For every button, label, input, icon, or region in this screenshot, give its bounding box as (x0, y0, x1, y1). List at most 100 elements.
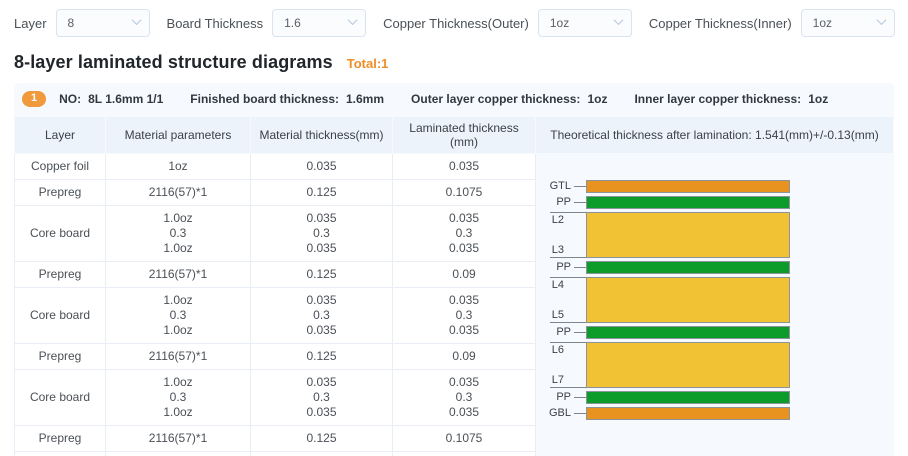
cell-layer: Core board (14, 287, 106, 344)
copper-top-bar (586, 180, 790, 193)
cell-line: 0.3 (455, 308, 473, 322)
prepreg-bar (586, 326, 790, 339)
cell-material: 0.035 (250, 451, 393, 456)
stackup-filter-bar: Layer 8 Board Thickness 1.6 Copper Thick… (14, 9, 895, 37)
stackup-layer-core-l6-l7: L6 L7 (536, 342, 796, 388)
stackup-layer-pp: PP (536, 196, 796, 209)
connector-line (574, 397, 586, 398)
cell-params: 1.0oz 0.3 1.0oz (105, 287, 251, 344)
core-bar (586, 277, 790, 323)
cell-params: 2116(57)*1 (105, 179, 251, 206)
layer-label: Layer (14, 15, 47, 31)
stackup-layer-label: PP (556, 326, 571, 338)
cell-line: 0.3 (455, 226, 473, 240)
cell-material: 0.125 (250, 179, 393, 206)
summary-no-value: 8L 1.6mm 1/1 (88, 92, 164, 106)
diagram-index-badge[interactable]: 1 (22, 91, 47, 107)
cell-params: 1.0oz 0.3 1.0oz (105, 205, 251, 262)
connector-line (550, 257, 587, 258)
stackup-layer-label: L7 (551, 374, 564, 386)
cell-params: 2116(57)*1 (105, 425, 251, 452)
connector-line (574, 186, 586, 187)
cell-line: 1.0oz (163, 323, 193, 337)
stackup-layer-label: L5 (551, 309, 564, 321)
stackup-layer-label: GBL (548, 407, 571, 419)
stackup-layer-label: L6 (551, 344, 564, 356)
cell-line: 1.0oz (163, 241, 193, 255)
stackup-diagram: GTL PP L2 L3 PP L4 L5 PP L6 L7 PP GBL (536, 180, 796, 420)
cell-material: 0.125 (250, 261, 393, 288)
stackup-layer-gtl: GTL (536, 180, 796, 193)
prepreg-bar (586, 391, 790, 404)
summary-inner-copper: Inner layer copper thickness: 1oz (634, 92, 828, 106)
copper-inner-select-value: 1oz (812, 16, 833, 30)
connector-line (550, 322, 587, 323)
cell-line: 0.3 (169, 308, 187, 322)
pcb-stackup-page: Layer 8 Board Thickness 1.6 Copper Thick… (0, 9, 908, 456)
cell-line: 0.3 (169, 226, 187, 240)
cell-laminated: 0.1075 (392, 179, 536, 206)
cell-laminated: 0.035 (392, 153, 536, 180)
cell-line: 1.0oz (163, 293, 193, 307)
cell-params: 2116(57)*1 (105, 261, 251, 288)
cell-material: 0.035 0.3 0.035 (250, 205, 393, 262)
connector-line (550, 212, 587, 213)
core-bar (586, 342, 790, 388)
cell-line: 0.3 (455, 390, 473, 404)
cell-params: 2116(57)*1 (105, 343, 251, 370)
connector-line (550, 342, 587, 343)
board-thickness-select-value: 1.6 (284, 16, 301, 30)
stackup-diagram-cell: GTL PP L2 L3 PP L4 L5 PP L6 L7 PP GBL (535, 153, 894, 456)
board-thickness-select[interactable]: 1.6 (272, 9, 367, 37)
col-header-material-parameters: Material parameters (105, 116, 251, 154)
copper-outer-label: Copper Thickness(Outer) (383, 15, 529, 31)
cell-laminated: 0.035 0.3 0.035 (392, 287, 536, 344)
connector-line (574, 332, 586, 333)
cell-line: 0.035 (448, 375, 480, 389)
cell-laminated: 0.035 0.3 0.035 (392, 369, 536, 426)
cell-line: 0.035 (448, 241, 480, 255)
connector-line (574, 267, 586, 268)
board-thickness-label: Board Thickness (166, 15, 264, 31)
stackup-panel: 1 NO: 8L 1.6mm 1/1 Finished board thickne… (14, 83, 894, 456)
col-header-laminated-thickness: Laminated thickness (mm) (392, 116, 536, 154)
board-thickness-control: Board Thickness 1.6 (167, 9, 367, 37)
summary-finished-thickness-value: 1.6mm (346, 92, 385, 106)
stackup-layer-core-l2-l3: L2 L3 (536, 212, 796, 258)
cell-material: 0.035 (250, 153, 393, 180)
cell-line: 0.3 (313, 308, 330, 322)
cell-laminated: 0.1075 (392, 425, 536, 452)
copper-inner-select[interactable]: 1oz (800, 9, 895, 37)
copper-outer-select-value: 1oz (549, 16, 570, 30)
cell-line: 1.0oz (163, 211, 193, 225)
table-row: Copper foil 1oz 0.035 0.035 GTL PP L2 L3… (14, 153, 894, 456)
copper-outer-select[interactable]: 1oz (537, 9, 632, 37)
cell-layer: Copper foil (14, 153, 106, 180)
cell-line: 0.3 (313, 226, 330, 240)
core-bar (586, 212, 790, 258)
summary-outer-copper-value: 1oz (587, 92, 608, 106)
col-header-theoretical-thickness: Theoretical thickness after lamination: … (535, 116, 894, 154)
layer-control: Layer 8 (14, 9, 150, 37)
cell-line: 1.0oz (163, 375, 193, 389)
chevron-down-icon (613, 15, 624, 26)
cell-line: 0.035 (448, 405, 480, 419)
cell-layer: Prepreg (14, 425, 106, 452)
stackup-layer-gbl: GBL (536, 407, 796, 420)
col-header-layer: Layer (14, 116, 106, 154)
cell-laminated: 0.09 (392, 261, 536, 288)
cell-line: 0.035 (306, 375, 337, 389)
chevron-down-icon (347, 15, 358, 26)
stackup-layer-label: L4 (551, 279, 564, 291)
layer-select[interactable]: 8 (55, 9, 150, 37)
summary-finished-thickness: Finished board thickness: 1.6mm (190, 92, 384, 106)
cell-params: 1oz (105, 153, 251, 180)
title-row: 8-layer laminated structure diagrams Tot… (14, 52, 894, 73)
cell-line: 0.035 (306, 211, 337, 225)
cell-line: 0.035 (306, 323, 337, 337)
summary-no-label: NO: (59, 92, 82, 106)
cell-laminated: 0.035 0.3 0.035 (392, 205, 536, 262)
connector-line (574, 202, 586, 203)
cell-layer: Core board (14, 205, 106, 262)
summary-inner-copper-value: 1oz (808, 92, 829, 106)
